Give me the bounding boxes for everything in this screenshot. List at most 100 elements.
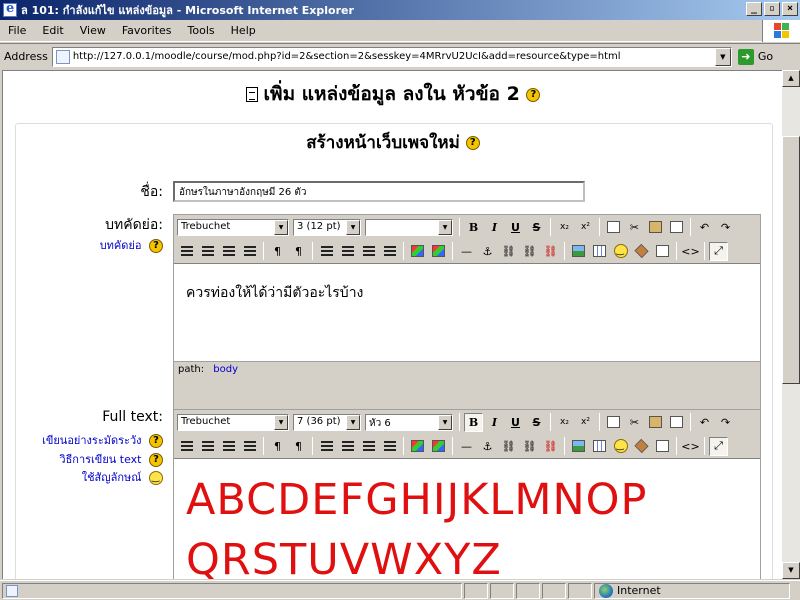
address-dropdown-button[interactable]: ▼ — [714, 47, 731, 66]
how-to-write-text[interactable]: วิธีการเขียน text — [59, 453, 141, 466]
menu-file[interactable]: File — [0, 24, 34, 37]
search-replace-button[interactable] — [653, 242, 672, 261]
name-input[interactable]: อักษรในภาษาอังกฤษมี 26 ตัว — [173, 181, 585, 202]
fulltext-underlined-part[interactable]: ABCDEFGHIJKLMNOP — [186, 475, 647, 525]
fulltext-edit-area[interactable]: ABCDEFGHIJKLMNOP QRSTUVWXYZ — [174, 458, 760, 579]
scroll-up-button[interactable]: ▲ — [782, 70, 800, 87]
underline-button[interactable]: U — [506, 218, 525, 237]
indent-button[interactable] — [380, 437, 399, 456]
path-body-link[interactable]: body — [213, 364, 238, 375]
bold-button[interactable]: B — [464, 218, 483, 237]
outdent-button[interactable] — [359, 242, 378, 261]
ltr-button[interactable]: ¶ — [268, 437, 287, 456]
background-color-button[interactable] — [429, 242, 448, 261]
size-select[interactable]: 7 (36 pt) ▼ — [293, 413, 361, 431]
redo-button[interactable]: ↷ — [716, 218, 735, 237]
paste-button[interactable] — [646, 413, 665, 432]
menu-tools[interactable]: Tools — [180, 24, 223, 37]
summary-edit-area[interactable]: ควรท่องให้ได้ว่ามีตัวอะไรบ้าง — [174, 263, 760, 361]
redo-button[interactable]: ↷ — [716, 413, 735, 432]
scroll-down-button[interactable]: ▼ — [782, 562, 800, 579]
menu-favorites[interactable]: Favorites — [114, 24, 180, 37]
underline-button[interactable]: U — [506, 413, 525, 432]
align-left-button[interactable] — [177, 242, 196, 261]
nolink-button[interactable]: ⛓ — [541, 437, 560, 456]
clean-word-button[interactable] — [667, 218, 686, 237]
fulltext-line-1[interactable]: ABCDEFGHIJKLMNOP — [186, 475, 647, 525]
text-color-button[interactable] — [408, 242, 427, 261]
link-button[interactable]: ⛓ — [499, 437, 518, 456]
go-button[interactable]: ➜ Go — [737, 48, 773, 65]
insert-smiley-button[interactable] — [611, 437, 630, 456]
fulltext-line-2[interactable]: QRSTUVWXYZ — [186, 535, 502, 579]
justify-button[interactable] — [240, 437, 259, 456]
anchor-button[interactable]: ⚓ — [478, 242, 497, 261]
menu-view[interactable]: View — [72, 24, 114, 37]
help-icon[interactable]: ? — [465, 136, 480, 150]
menu-help[interactable]: Help — [223, 24, 264, 37]
unlink-button[interactable]: ⛓ — [520, 242, 539, 261]
rtl-button[interactable]: ¶ — [289, 437, 308, 456]
unlink-button[interactable]: ⛓ — [520, 437, 539, 456]
align-center-button[interactable] — [198, 242, 217, 261]
anchor-button[interactable]: ⚓ — [478, 437, 497, 456]
summary-help-text[interactable]: บทคัดย่อ — [100, 239, 142, 252]
font-select[interactable]: Trebuchet ▼ — [177, 413, 289, 431]
fullscreen-button[interactable]: ⤢ — [709, 436, 728, 456]
cut-button[interactable]: ✂ — [625, 413, 644, 432]
indent-button[interactable] — [380, 242, 399, 261]
summary-text[interactable]: ควรท่องให้ได้ว่ามีตัวอะไรบ้าง — [186, 282, 363, 304]
nolink-button[interactable]: ⛓ — [541, 242, 560, 261]
address-input[interactable]: http://127.0.0.1/moodle/course/mod.php?i… — [51, 46, 732, 67]
align-center-button[interactable] — [198, 437, 217, 456]
align-left-button[interactable] — [177, 437, 196, 456]
horizontal-rule-button[interactable]: — — [457, 242, 476, 261]
use-emoticons-link[interactable]: ใช้สัญลักษณ์ — [82, 468, 163, 486]
vertical-scrollbar[interactable]: ▲ ▼ — [782, 70, 800, 579]
align-right-button[interactable] — [219, 242, 238, 261]
help-icon[interactable]: ? — [149, 434, 163, 448]
align-right-button[interactable] — [219, 437, 238, 456]
font-select[interactable]: Trebuchet ▼ — [177, 218, 289, 236]
scroll-thumb[interactable] — [782, 136, 800, 384]
insert-char-button[interactable] — [632, 242, 651, 261]
insert-smiley-button[interactable] — [611, 242, 630, 261]
help-icon[interactable]: ? — [149, 239, 163, 253]
search-replace-button[interactable] — [653, 437, 672, 456]
maximize-button[interactable]: ▫ — [764, 2, 780, 16]
ordered-list-button[interactable] — [317, 437, 336, 456]
menu-edit[interactable]: Edit — [34, 24, 71, 37]
justify-button[interactable] — [240, 242, 259, 261]
copy-button[interactable] — [604, 413, 623, 432]
background-color-button[interactable] — [429, 437, 448, 456]
write-carefully-text[interactable]: เขียนอย่างระมัดระวัง — [42, 434, 141, 447]
outdent-button[interactable] — [359, 437, 378, 456]
subscript-button[interactable]: x₂ — [555, 413, 574, 432]
close-button[interactable]: × — [782, 2, 798, 16]
format-select[interactable]: ▼ — [365, 218, 453, 236]
help-icon[interactable]: ? — [526, 87, 541, 102]
size-select[interactable]: 3 (12 pt) ▼ — [293, 218, 361, 236]
undo-button[interactable]: ↶ — [695, 413, 714, 432]
html-source-button[interactable]: <> — [681, 242, 700, 261]
ltr-button[interactable]: ¶ — [268, 242, 287, 261]
how-to-write-link[interactable]: วิธีการเขียน text ? — [59, 450, 163, 468]
rtl-button[interactable]: ¶ — [289, 242, 308, 261]
undo-button[interactable]: ↶ — [695, 218, 714, 237]
smiley-icon[interactable] — [149, 471, 163, 485]
italic-button[interactable]: I — [485, 218, 504, 237]
strikethrough-button[interactable]: S — [527, 218, 546, 237]
paste-button[interactable] — [646, 218, 665, 237]
text-color-button[interactable] — [408, 437, 427, 456]
horizontal-rule-button[interactable]: — — [457, 437, 476, 456]
insert-char-button[interactable] — [632, 437, 651, 456]
write-carefully-link[interactable]: เขียนอย่างระมัดระวัง ? — [42, 431, 163, 449]
italic-button[interactable]: I — [485, 413, 504, 432]
insert-table-button[interactable] — [590, 242, 609, 261]
insert-image-button[interactable] — [569, 437, 588, 456]
cut-button[interactable]: ✂ — [625, 218, 644, 237]
help-icon[interactable]: ? — [149, 453, 163, 467]
subscript-button[interactable]: x₂ — [555, 218, 574, 237]
bold-button[interactable]: B — [464, 412, 483, 432]
fullscreen-button[interactable]: ⤢ — [709, 241, 728, 261]
